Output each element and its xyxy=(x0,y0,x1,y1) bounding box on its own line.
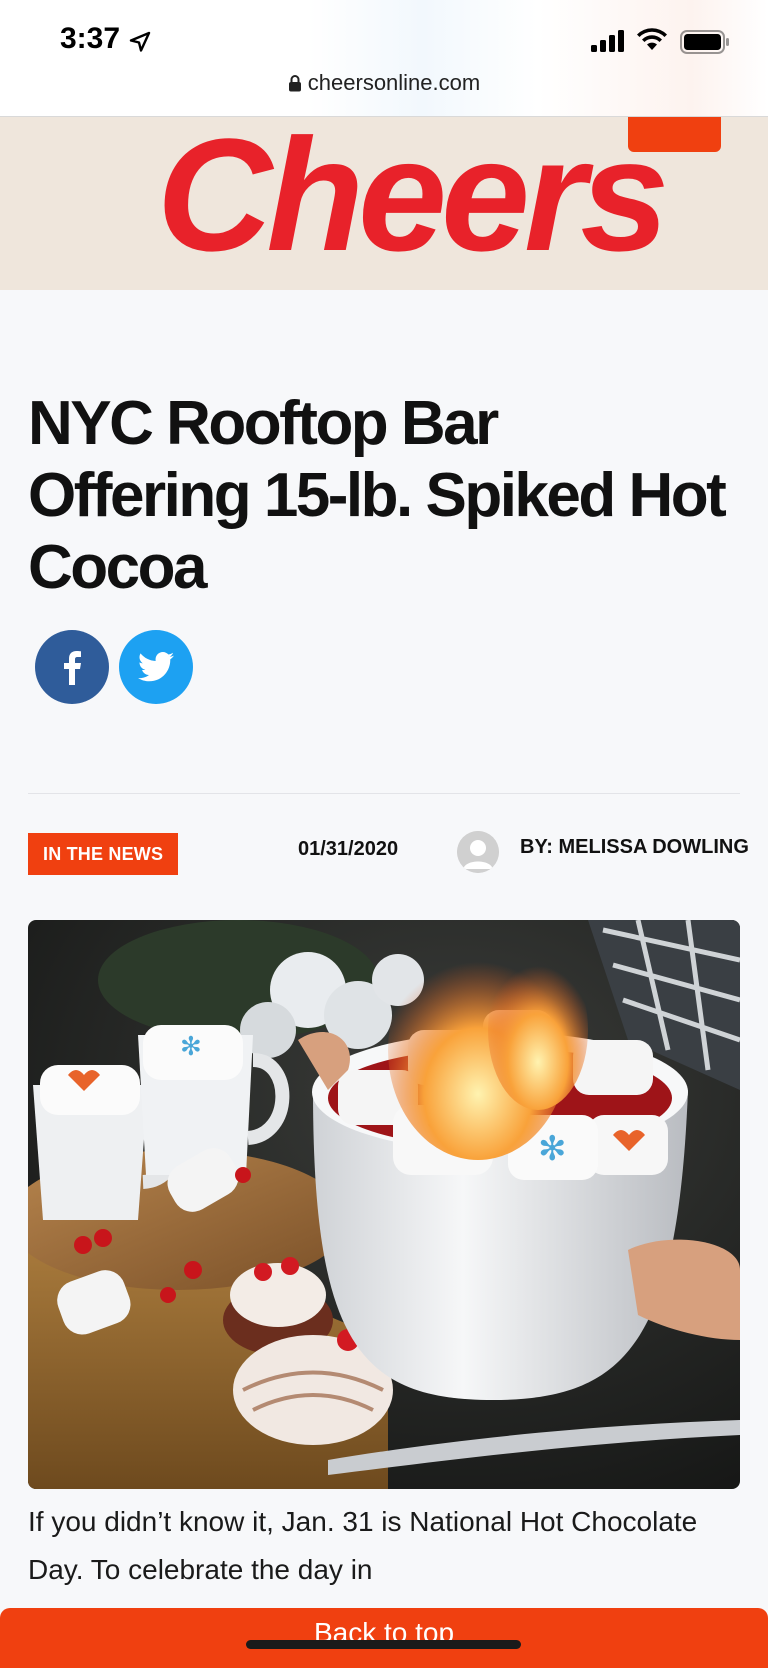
site-masthead: Cheers xyxy=(0,117,768,290)
address-bar[interactable]: cheersonline.com xyxy=(0,70,768,96)
battery-icon xyxy=(680,30,729,54)
svg-text:✻: ✻ xyxy=(538,1129,567,1169)
wifi-icon xyxy=(637,28,667,50)
facebook-icon xyxy=(64,651,81,685)
article-hero-image: ✻ ✻ xyxy=(28,920,740,1489)
author-avatar xyxy=(457,831,499,873)
facebook-share-button[interactable] xyxy=(35,630,109,704)
user-avatar-icon xyxy=(457,831,499,873)
back-to-top-button[interactable]: Back to top xyxy=(0,1608,768,1668)
category-badge[interactable]: IN THE NEWS xyxy=(28,833,179,875)
twitter-share-button[interactable] xyxy=(119,630,193,704)
twitter-icon xyxy=(138,652,174,682)
author-byline: BY: MELISSA DOWLING xyxy=(520,836,749,858)
home-indicator xyxy=(246,1640,521,1649)
url-text: cheersonline.com xyxy=(307,70,481,95)
meta-divider xyxy=(28,793,740,794)
status-time: 3:37 xyxy=(60,22,121,55)
lock-icon xyxy=(288,75,301,92)
signal-icon xyxy=(591,30,624,52)
article-date: 01/31/2020 xyxy=(298,838,399,860)
svg-text:✻: ✻ xyxy=(180,1032,202,1062)
site-logo[interactable]: Cheers xyxy=(130,117,690,290)
status-bar: 3:37 cheersonline.com xyxy=(0,0,768,117)
article-title: NYC Rooftop Bar Offering 15-lb. Spiked H… xyxy=(28,389,727,602)
article-body: If you didn’t know it, Jan. 31 is Nation… xyxy=(28,1506,698,1585)
location-arrow-icon xyxy=(129,31,151,52)
